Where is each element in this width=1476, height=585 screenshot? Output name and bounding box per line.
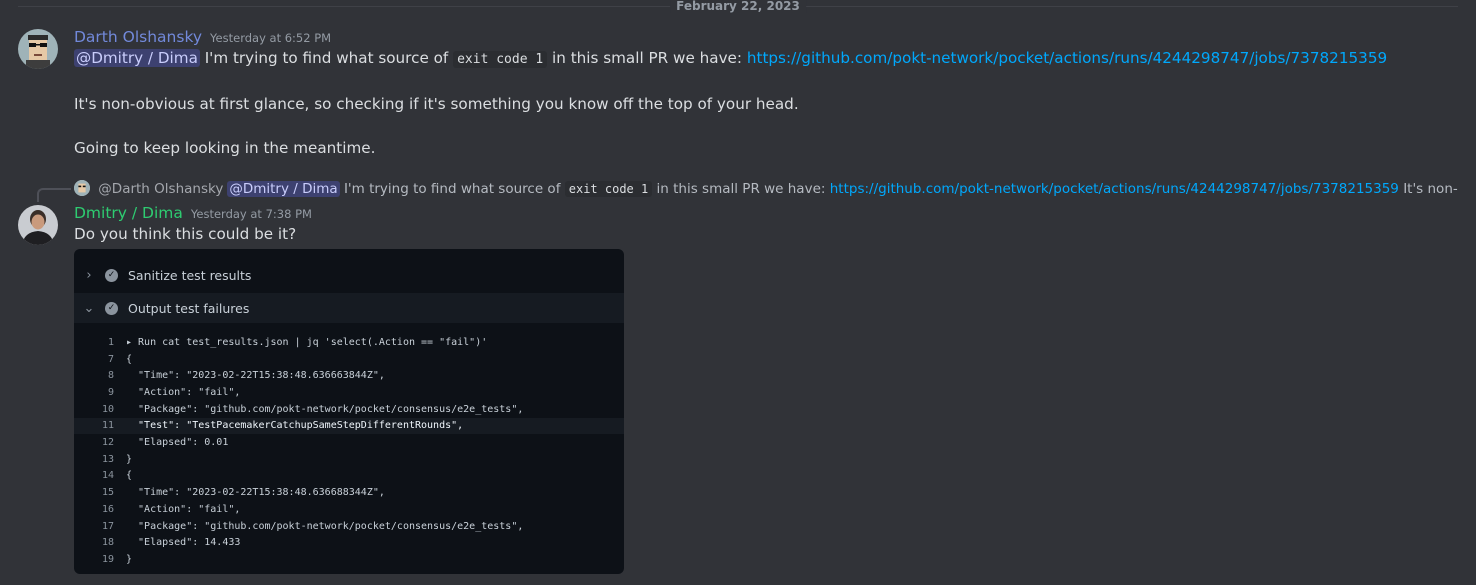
log-line: 7{	[74, 351, 624, 368]
chevron-down-icon: ⌄	[83, 300, 95, 316]
avatar-dmitry-dima[interactable]	[18, 205, 58, 245]
reply-inline-code: exit code 1	[564, 181, 653, 197]
line-number: 1	[107, 336, 114, 348]
log-line: 15 "Time": "2023-02-22T15:38:48.63668834…	[74, 484, 624, 501]
message-dmitry-dima: Dmitry / Dima Yesterday at 7:38 PM Do yo…	[74, 204, 1458, 245]
log-text: "Time": "2023-02-22T15:38:48.636663844Z"…	[126, 370, 385, 382]
log-text: }	[126, 453, 133, 465]
message-line-1: @Dmitry / Dima I'm trying to find what s…	[74, 47, 1458, 71]
line-number: 14	[101, 470, 114, 482]
reply-text: in this small PR we have:	[656, 181, 826, 197]
log-line: 9 "Action": "fail",	[74, 384, 624, 401]
log-line: 8 "Time": "2023-02-22T15:38:48.636663844…	[74, 367, 624, 384]
log-line: 13}	[74, 451, 624, 468]
reply-avatar-image	[74, 180, 90, 196]
message-timestamp[interactable]: Yesterday at 6:52 PM	[210, 31, 331, 45]
check-circle-icon: ✓	[105, 268, 118, 282]
reply-preview[interactable]: @Darth Olshansky @Dmitry / Dima I'm tryin…	[74, 180, 1458, 200]
step-label: Sanitize test results	[128, 267, 252, 283]
log-text: {	[126, 470, 133, 482]
message-text: Do you think this could be it?	[74, 225, 297, 243]
reply-avatar	[74, 180, 90, 196]
message-line-2: It's non-obvious at first glance, so che…	[74, 95, 799, 113]
step-output-test-failures[interactable]: ⌄ ✓ Output test failures	[74, 293, 624, 323]
line-number: 7	[107, 353, 114, 365]
log-line-highlighted: 11 "Test": "TestPacemakerCatchupSameStep…	[74, 417, 624, 435]
inline-code: exit code 1	[453, 51, 548, 68]
message-header: Darth Olshansky Yesterday at 6:52 PM	[74, 28, 1458, 46]
line-number: 12	[101, 437, 114, 449]
message-header: Dmitry / Dima Yesterday at 7:38 PM	[74, 204, 1458, 222]
log-line: 14 {	[74, 468, 624, 485]
line-number: 15	[101, 487, 114, 499]
author-name[interactable]: Dmitry / Dima	[74, 204, 183, 222]
log-text: "Action": "fail",	[126, 386, 241, 398]
log-text: "Package": "github.com/pokt-network/pock…	[126, 403, 524, 415]
log-text: "Elapsed": 0.01	[126, 437, 229, 449]
line-number: 9	[107, 386, 114, 398]
log-text: "Elapsed": 14.433	[126, 537, 241, 549]
line-number: 13	[101, 453, 114, 465]
reply-mention[interactable]: @Dmitry / Dima	[227, 181, 340, 197]
log-text: "Package": "github.com/pokt-network/pock…	[126, 520, 524, 532]
message-line-3: Going to keep looking in the meantime.	[74, 139, 376, 157]
line-number: 10	[101, 403, 114, 415]
log-text: "Time": "2023-02-22T15:38:48.636688344Z"…	[126, 487, 385, 499]
reply-author[interactable]: @Darth Olshansky	[98, 181, 223, 197]
step-label: Output test failures	[128, 300, 250, 316]
date-divider: February 22, 2023	[18, 0, 1458, 14]
reply-text: I'm trying to find what source of	[343, 181, 561, 197]
log-line: 18 "Elapsed": 14.433	[74, 534, 624, 551]
line-number: 17	[101, 520, 114, 532]
log-line: 10 "Package": "github.com/pokt-network/p…	[74, 401, 624, 418]
log-line: 19}	[74, 551, 624, 568]
step-sanitize-test-results[interactable]: › ✓ Sanitize test results	[74, 260, 624, 290]
divider-date: February 22, 2023	[670, 0, 806, 13]
chevron-right-icon: ›	[86, 267, 92, 283]
check-circle-icon: ✓	[105, 301, 118, 315]
log-text: "Action": "fail",	[126, 503, 241, 515]
line-number: 18	[101, 537, 114, 549]
line-number: 19	[101, 553, 114, 565]
reply-github-link[interactable]: https://github.com/pokt-network/pocket/a…	[830, 181, 1399, 197]
message-darth-olshansky: Darth Olshansky Yesterday at 6:52 PM @Dm…	[74, 28, 1458, 159]
message-timestamp[interactable]: Yesterday at 7:38 PM	[191, 207, 312, 221]
line-number: 11	[101, 420, 114, 432]
line-number: 8	[107, 370, 114, 382]
author-name[interactable]: Darth Olshansky	[74, 28, 202, 46]
log-line: 12 "Elapsed": 0.01	[74, 434, 624, 451]
avatar-darth-olshansky[interactable]	[18, 29, 58, 69]
line-number: 16	[101, 503, 114, 515]
reply-text: It's non-obvious at first glance, s	[1403, 181, 1458, 197]
message-text: in this small PR we have:	[552, 49, 743, 67]
log-text: "Test": "TestPacemakerCatchupSameStepDif…	[126, 420, 464, 432]
log-line: 17 "Package": "github.com/pokt-network/p…	[74, 518, 624, 535]
log-line: 16 "Action": "fail",	[74, 501, 624, 518]
github-link[interactable]: https://github.com/pokt-network/pocket/a…	[747, 49, 1387, 67]
user-mention[interactable]: @Dmitry / Dima	[74, 49, 200, 67]
reply-spine	[37, 188, 71, 202]
log-text: {	[126, 353, 133, 365]
image-attachment[interactable]: › ✓ Sanitize test results ⌄ ✓ Output tes…	[74, 249, 624, 574]
log-line: 1 ▸ Run cat test_results.json | jq 'selec…	[74, 334, 624, 351]
log-text: ▸ Run cat test_results.json | jq 'select…	[126, 336, 488, 348]
avatar-image	[18, 29, 58, 69]
avatar-image	[18, 205, 58, 245]
log-text: }	[126, 553, 133, 565]
message-text: I'm trying to find what source of	[204, 49, 449, 67]
